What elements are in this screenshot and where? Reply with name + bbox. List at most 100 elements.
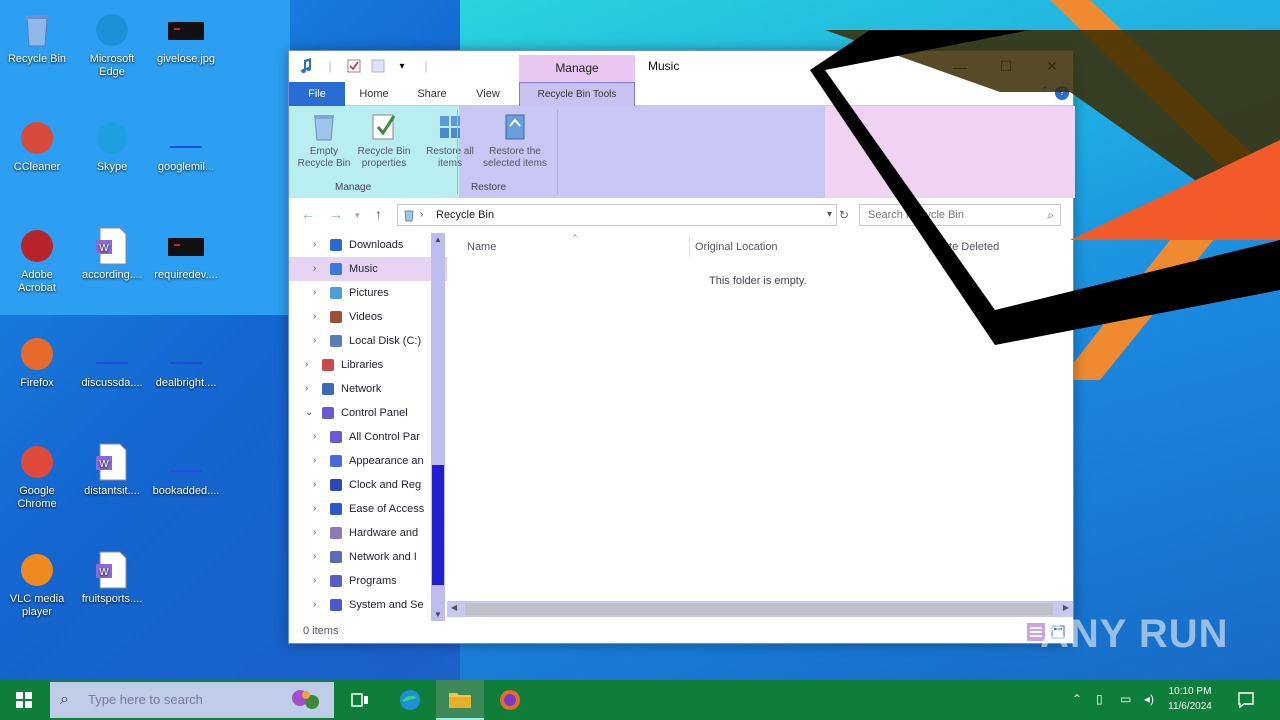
recent-locations-chevron-icon[interactable]: ▾ bbox=[355, 210, 360, 221]
nav-item[interactable]: › Clock and Reg bbox=[289, 473, 447, 497]
nav-item[interactable]: › Hardware and bbox=[289, 521, 447, 545]
minimize-button[interactable]: — bbox=[937, 51, 983, 82]
address-dropdown-icon[interactable]: ▾ bbox=[827, 205, 832, 225]
expand-chevron-icon[interactable]: › bbox=[313, 425, 316, 449]
expand-chevron-icon[interactable]: › bbox=[313, 449, 316, 473]
tab-view[interactable]: View bbox=[463, 82, 513, 106]
properties-quick-icon[interactable] bbox=[345, 57, 363, 75]
nav-pane-scrollbar[interactable]: ▲ ▼ bbox=[431, 233, 445, 621]
desktop-icon[interactable]: googlemil... bbox=[152, 118, 220, 174]
close-button[interactable]: ✕ bbox=[1029, 51, 1075, 82]
expand-chevron-icon[interactable]: › bbox=[313, 305, 316, 329]
file-list[interactable]: Name ^ Original Location Date Deleted Th… bbox=[447, 233, 1073, 621]
collapse-chevron-icon[interactable]: ⌄ bbox=[305, 401, 313, 425]
taskbar-search-box[interactable]: ⌕ Type here to search bbox=[50, 682, 334, 718]
expand-chevron-icon[interactable]: › bbox=[313, 569, 316, 593]
desktop-icon[interactable]: Skype bbox=[78, 118, 146, 174]
column-original-location[interactable]: Original Location bbox=[695, 241, 778, 253]
nav-item[interactable]: › Programs bbox=[289, 569, 447, 593]
back-arrow-icon[interactable]: ← bbox=[301, 206, 315, 222]
scroll-down-arrow-icon[interactable]: ▼ bbox=[434, 610, 442, 619]
expand-chevron-icon[interactable]: › bbox=[313, 473, 316, 497]
nav-item[interactable]: › Music bbox=[289, 257, 447, 281]
desktop-icon[interactable]: Wfruitsports.... bbox=[78, 550, 146, 606]
maximize-button[interactable]: ☐ bbox=[983, 51, 1029, 82]
volume-icon[interactable]: ◂) bbox=[1144, 692, 1154, 706]
nav-scroll-thumb[interactable] bbox=[432, 465, 444, 585]
expand-chevron-icon[interactable]: › bbox=[313, 545, 316, 569]
restore-all-items-button[interactable]: Restore all items bbox=[419, 112, 481, 170]
nav-item[interactable]: › Libraries bbox=[289, 353, 447, 377]
nav-item[interactable]: › Appearance an bbox=[289, 449, 447, 473]
desktop-icon[interactable]: Adobe Acrobat bbox=[3, 226, 71, 295]
scroll-left-arrow-icon[interactable]: ◀ bbox=[451, 603, 457, 612]
nav-item[interactable]: › Ease of Access bbox=[289, 497, 447, 521]
horizontal-scroll-thumb[interactable] bbox=[465, 603, 1053, 615]
taskbar-edge-button[interactable] bbox=[386, 680, 434, 720]
navigation-pane[interactable]: › Downloads › Music › Pictures › Videos › Local D… bbox=[289, 233, 447, 621]
expand-chevron-icon[interactable]: › bbox=[313, 281, 316, 305]
tab-recycle-bin-tools[interactable]: Recycle Bin Tools bbox=[519, 82, 635, 106]
desktop-icon[interactable]: Microsoft Edge bbox=[78, 10, 146, 79]
nav-item[interactable]: › Network bbox=[289, 377, 447, 401]
column-divider[interactable] bbox=[689, 237, 690, 257]
nav-item[interactable]: › System and Se bbox=[289, 593, 447, 617]
taskbar-firefox-button[interactable] bbox=[486, 680, 534, 720]
recycle-bin-properties-button[interactable]: Recycle Bin properties bbox=[353, 112, 415, 170]
new-folder-quick-icon[interactable] bbox=[369, 57, 387, 75]
expand-chevron-icon[interactable]: › bbox=[313, 497, 316, 521]
nav-item[interactable]: › Pictures bbox=[289, 281, 447, 305]
address-input[interactable]: › Recycle Bin ▾ bbox=[397, 204, 837, 226]
tab-file[interactable]: File bbox=[289, 82, 345, 106]
help-icon[interactable]: ? bbox=[1055, 86, 1069, 100]
desktop-icon[interactable]: dealbright.... bbox=[152, 334, 220, 390]
nav-item[interactable]: › Local Disk (C:) bbox=[289, 329, 447, 353]
column-date-deleted[interactable]: Date Deleted bbox=[935, 241, 999, 253]
tab-home[interactable]: Home bbox=[349, 82, 399, 106]
desktop-icon[interactable]: CCleaner bbox=[3, 118, 71, 174]
nav-item[interactable]: ⌄ Control Panel bbox=[289, 401, 447, 425]
desktop-icon[interactable]: givelose.jpg bbox=[152, 10, 220, 66]
show-hidden-icons-chevron-icon[interactable]: ⌃ bbox=[1072, 692, 1082, 706]
desktop-icon[interactable]: Google Chrome bbox=[3, 442, 71, 511]
taskbar-file-explorer-button[interactable] bbox=[436, 680, 484, 720]
start-button[interactable] bbox=[0, 680, 48, 720]
desktop-icon[interactable]: requiredev.... bbox=[152, 226, 220, 282]
title-bar[interactable]: | ▾ | Manage Music — ☐ ✕ bbox=[289, 51, 1073, 82]
nav-item[interactable]: › All Control Par bbox=[289, 425, 447, 449]
explorer-window[interactable]: | ▾ | Manage Music — ☐ ✕ File Home Share… bbox=[288, 50, 1075, 644]
task-view-button[interactable] bbox=[336, 680, 384, 720]
network-icon[interactable]: ▯ bbox=[1096, 692, 1103, 706]
expand-chevron-icon[interactable]: › bbox=[313, 521, 316, 545]
desktop-icon[interactable]: Firefox bbox=[3, 334, 71, 390]
action-center-icon[interactable] bbox=[1236, 690, 1256, 710]
desktop-icon[interactable]: Waccording.... bbox=[78, 226, 146, 282]
column-divider-2[interactable] bbox=[929, 237, 930, 257]
horizontal-scrollbar[interactable]: ◀ ▶ bbox=[447, 601, 1073, 617]
tab-share[interactable]: Share bbox=[407, 82, 457, 106]
expand-chevron-icon[interactable]: › bbox=[313, 233, 316, 257]
expand-chevron-icon[interactable]: › bbox=[313, 329, 316, 353]
desktop-icon[interactable]: Recycle Bin bbox=[3, 10, 71, 66]
taskbar-clock[interactable]: 10:10 PM 11/6/2024 bbox=[1160, 684, 1220, 714]
desktop-icon[interactable]: VLC media player bbox=[3, 550, 71, 619]
desktop-icon[interactable]: Wdistantsit.... bbox=[78, 442, 146, 498]
forward-arrow-icon[interactable]: → bbox=[329, 206, 343, 222]
expand-chevron-icon[interactable]: › bbox=[313, 593, 316, 617]
scroll-right-arrow-icon[interactable]: ▶ bbox=[1063, 603, 1069, 612]
up-arrow-icon[interactable]: ↑ bbox=[375, 206, 382, 222]
manage-context-tab[interactable]: Manage bbox=[519, 55, 635, 82]
refresh-icon[interactable]: ↻ bbox=[839, 208, 849, 222]
desktop-icon[interactable]: discussda.... bbox=[78, 334, 146, 390]
nav-item[interactable]: › Videos bbox=[289, 305, 447, 329]
nav-item[interactable]: › Downloads bbox=[289, 233, 447, 257]
expand-chevron-icon[interactable]: › bbox=[313, 257, 316, 281]
empty-recycle-bin-button[interactable]: Empty Recycle Bin bbox=[293, 112, 355, 170]
search-input[interactable]: Search Recycle Bin ⌕ bbox=[859, 204, 1061, 226]
customize-toolbar-chevron-icon[interactable]: ▾ bbox=[393, 57, 411, 75]
expand-chevron-icon[interactable]: › bbox=[305, 377, 308, 401]
scroll-up-arrow-icon[interactable]: ▲ bbox=[434, 235, 442, 244]
battery-icon[interactable]: ▭ bbox=[1120, 692, 1131, 706]
desktop-icon[interactable]: bookadded.... bbox=[152, 442, 220, 498]
nav-item[interactable]: › Network and I bbox=[289, 545, 447, 569]
